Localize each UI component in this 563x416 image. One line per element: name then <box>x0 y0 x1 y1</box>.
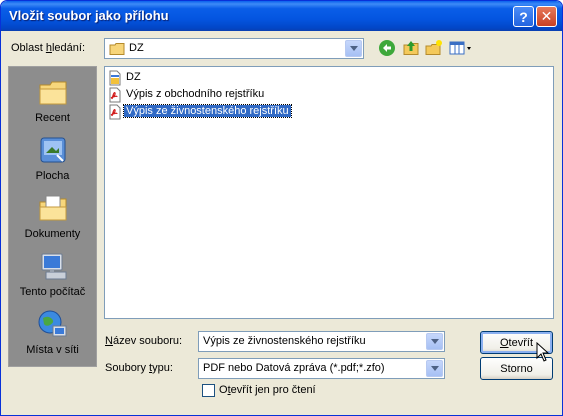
file-name: Výpis z obchodního rejstříku <box>126 88 265 100</box>
chevron-down-icon[interactable] <box>426 360 443 377</box>
network-icon <box>37 309 69 341</box>
place-recent[interactable]: Recent <box>9 75 96 132</box>
window-title: Vložit soubor jako přílohu <box>9 8 169 23</box>
file-name: Výpis ze živnostenského rejstříku <box>123 104 292 118</box>
filetype-label: Soubory typu: <box>105 362 173 374</box>
documents-folder-icon <box>37 193 69 225</box>
recent-folder-icon <box>37 77 69 109</box>
help-button[interactable]: ? <box>513 6 534 27</box>
filetype-value: PDF nebo Datová zpráva (*.pdf;*.zfo) <box>203 362 385 374</box>
place-computer[interactable]: Tento počítač <box>9 249 96 306</box>
open-file-dialog: Vložit soubor jako přílohu ? ✕ Oblast hl… <box>0 0 563 416</box>
place-desktop[interactable]: Plocha <box>9 133 96 190</box>
computer-icon <box>37 251 69 283</box>
mouse-cursor-icon <box>536 341 552 364</box>
filename-value: Výpis ze živnostenského rejstříku <box>203 335 366 347</box>
readonly-checkbox[interactable] <box>202 384 215 397</box>
lookin-label: Oblast hledání: <box>11 42 86 54</box>
file-name: DZ <box>126 71 141 83</box>
folder-icon <box>109 42 125 56</box>
file-list[interactable]: DZ Výpis z obchodního rejstříku Výpis ze… <box>104 66 554 319</box>
title-bar[interactable]: Vložit soubor jako přílohu ? ✕ <box>1 1 562 31</box>
filename-label: Název souboru: <box>105 335 183 347</box>
filename-field[interactable]: Výpis ze živnostenského rejstříku <box>198 331 445 352</box>
filetype-select[interactable]: PDF nebo Datová zpráva (*.pdf;*.zfo) <box>198 358 445 379</box>
pdf-file-icon <box>107 104 123 120</box>
place-network[interactable]: Místa v síti <box>9 307 96 364</box>
place-label: Místa v síti <box>26 344 79 356</box>
place-label: Recent <box>35 112 70 124</box>
place-label: Plocha <box>35 170 70 182</box>
up-folder-icon[interactable] <box>402 39 422 59</box>
place-label: Dokumenty <box>24 228 81 240</box>
place-label: Tento počítač <box>19 286 86 298</box>
pdf-file-icon <box>107 87 123 103</box>
dz-file-icon <box>107 70 123 86</box>
places-bar: Recent Plocha Dokumenty Tento počítač Mí… <box>8 66 97 367</box>
lookin-combo[interactable]: DZ <box>104 38 364 59</box>
close-button[interactable]: ✕ <box>536 6 557 27</box>
desktop-icon <box>37 135 69 167</box>
back-icon[interactable] <box>378 39 398 59</box>
chevron-down-icon[interactable] <box>345 40 362 57</box>
lookin-value: DZ <box>129 42 144 54</box>
place-documents[interactable]: Dokumenty <box>9 191 96 248</box>
readonly-label[interactable]: Otevřít jen pro čtení <box>219 384 316 396</box>
new-folder-icon[interactable] <box>425 39 445 59</box>
view-menu-icon[interactable] <box>448 39 474 59</box>
chevron-down-icon[interactable] <box>426 333 443 350</box>
